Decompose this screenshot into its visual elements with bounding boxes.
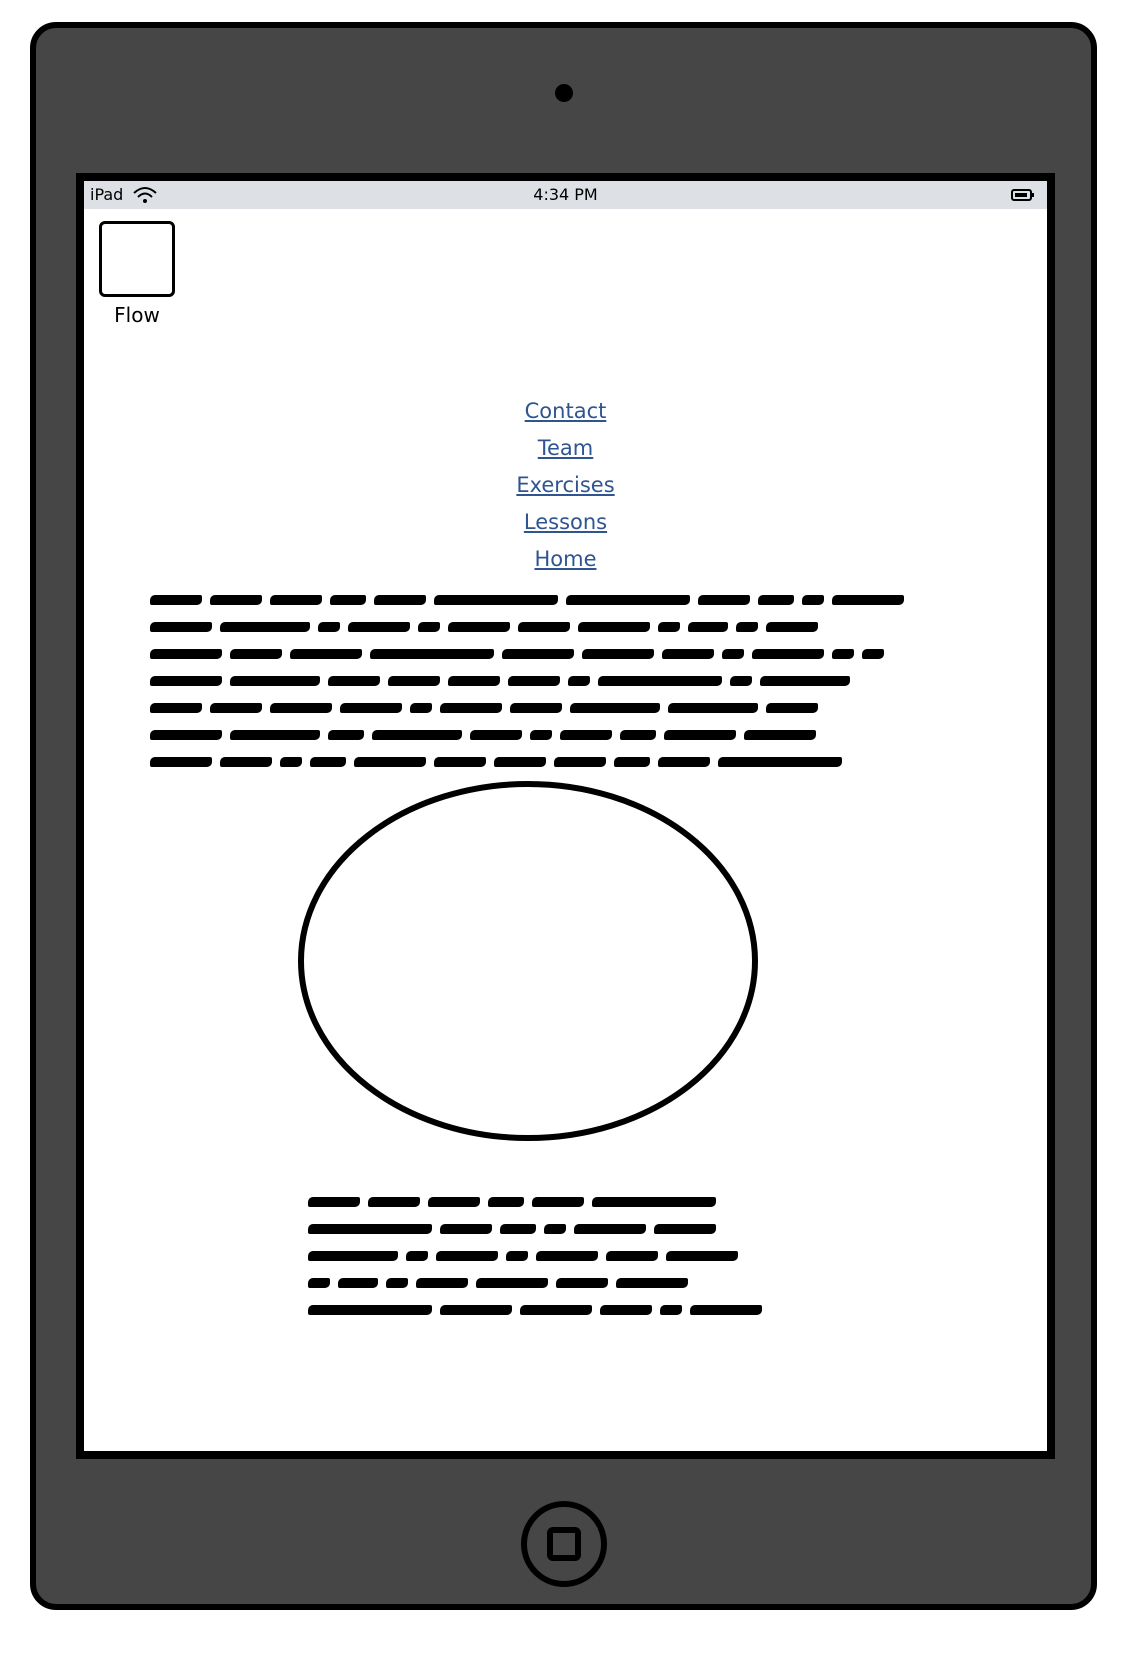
- battery-icon: [1011, 189, 1034, 201]
- intro-paragraph-placeholder: [150, 589, 930, 778]
- screen: iPad 4:34 PM Flow Contact Team Exercises…: [84, 181, 1047, 1451]
- nav-menu: Contact Team Exercises Lessons Home: [84, 393, 1047, 578]
- home-button-icon[interactable]: [520, 1500, 608, 1588]
- nav-link-exercises[interactable]: Exercises: [84, 467, 1047, 504]
- body-paragraph-placeholder: [308, 1191, 778, 1326]
- text-line-placeholder: [150, 697, 930, 713]
- nav-link-contact[interactable]: Contact: [84, 393, 1047, 430]
- nav-link-lessons[interactable]: Lessons: [84, 504, 1047, 541]
- text-line-placeholder: [308, 1191, 778, 1207]
- nav-link-team[interactable]: Team: [84, 430, 1047, 467]
- status-time: 4:34 PM: [533, 185, 598, 204]
- text-line-placeholder: [150, 751, 930, 767]
- nav-link-home[interactable]: Home: [84, 541, 1047, 578]
- status-bar: iPad 4:34 PM: [84, 181, 1047, 209]
- image-placeholder-icon: [298, 781, 758, 1141]
- flow-label: Flow: [114, 303, 160, 327]
- text-line-placeholder: [150, 616, 930, 632]
- text-line-placeholder: [150, 670, 930, 686]
- text-line-placeholder: [150, 643, 930, 659]
- flow-logo-box[interactable]: [99, 221, 175, 297]
- text-line-placeholder: [308, 1272, 778, 1288]
- camera-icon: [555, 84, 573, 102]
- text-line-placeholder: [308, 1218, 778, 1234]
- text-line-placeholder: [150, 724, 930, 740]
- text-line-placeholder: [150, 589, 930, 605]
- text-line-placeholder: [308, 1245, 778, 1261]
- text-line-placeholder: [308, 1299, 778, 1315]
